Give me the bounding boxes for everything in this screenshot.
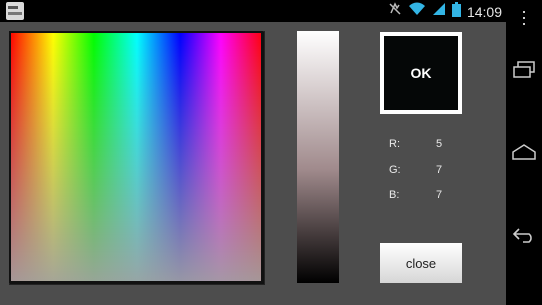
menu-icon[interactable] (506, 10, 542, 26)
wifi-icon (408, 2, 426, 21)
red-label: R: (389, 138, 400, 150)
brightness-slider[interactable] (297, 31, 339, 283)
blue-label: B: (389, 189, 400, 201)
green-label: G: (389, 164, 401, 176)
recent-apps-icon[interactable] (506, 55, 542, 85)
status-bar: 14:09 (0, 0, 542, 22)
close-button[interactable]: close (380, 243, 462, 283)
hue-saturation-palette[interactable] (9, 31, 265, 285)
back-icon[interactable] (506, 220, 542, 250)
signal-icon (432, 2, 446, 21)
status-icons: 14:09 (388, 1, 502, 22)
blue-value: 7 (436, 189, 443, 201)
mute-icon (388, 2, 402, 21)
color-picker-dialog: OK R: 5 G: 7 B: 7 close (0, 22, 506, 305)
green-value: 7 (436, 164, 443, 176)
color-preview: OK (384, 36, 458, 110)
battery-icon (451, 1, 461, 22)
navigation-bar (506, 0, 542, 305)
app-icon (6, 2, 24, 20)
clock: 14:09 (466, 3, 502, 20)
ok-label: OK (410, 65, 432, 81)
ok-button[interactable]: OK (380, 32, 462, 114)
home-icon[interactable] (506, 137, 542, 167)
red-value: 5 (436, 138, 443, 150)
